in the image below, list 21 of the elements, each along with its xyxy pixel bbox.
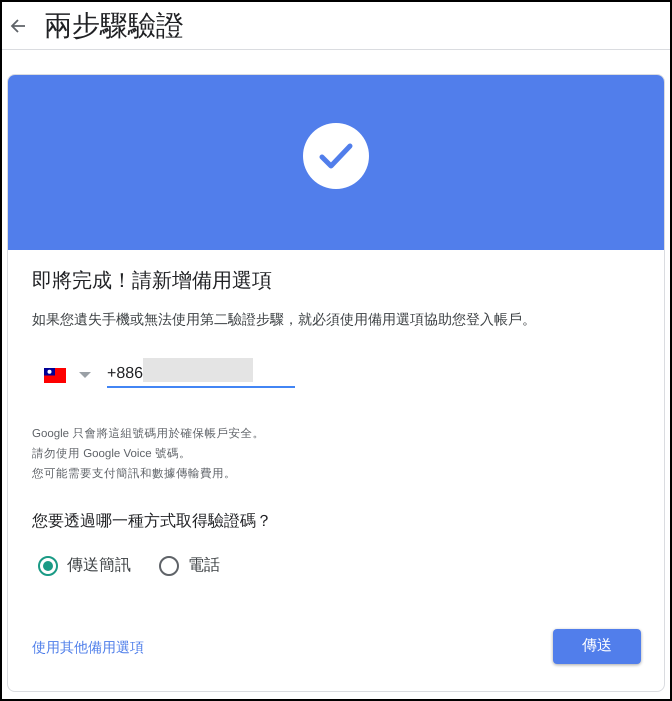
radio-button[interactable] <box>159 556 179 576</box>
card-heading: 即將完成！請新增備用選項 <box>32 269 272 294</box>
send-button[interactable]: 傳送 <box>553 629 641 664</box>
caret-icon <box>79 372 91 378</box>
phone-field[interactable]: +886 <box>107 362 295 388</box>
note-text: 請勿使用 Google Voice 號碼。 <box>32 446 191 462</box>
radio-option[interactable]: 傳送簡訊 <box>38 555 131 577</box>
radio-option[interactable]: 電話 <box>159 555 220 577</box>
radio-label: 電話 <box>188 556 220 576</box>
other-options-link[interactable]: 使用其他備用選項 <box>32 636 144 656</box>
note-text: Google 只會將這組號碼用於確保帳戶安全。 <box>32 426 264 442</box>
note-text: 您可能需要支付簡訊和數據傳輸費用。 <box>32 466 236 482</box>
question-text: 您要透過哪一種方式取得驗證碼？ <box>32 512 272 532</box>
back-arrow-icon <box>10 18 26 34</box>
flag-icon <box>44 368 66 382</box>
radio-label: 傳送簡訊 <box>67 556 131 576</box>
description-text: 如果您遺失手機或無法使用第二驗證步驟，就必須使用備用選項協助您登入帳戶。 <box>32 310 536 329</box>
country-dropdown[interactable] <box>78 371 92 379</box>
check-circle-icon <box>303 122 369 188</box>
page-title: 兩步驟驗證 <box>44 8 184 42</box>
radio-button[interactable] <box>38 556 58 576</box>
